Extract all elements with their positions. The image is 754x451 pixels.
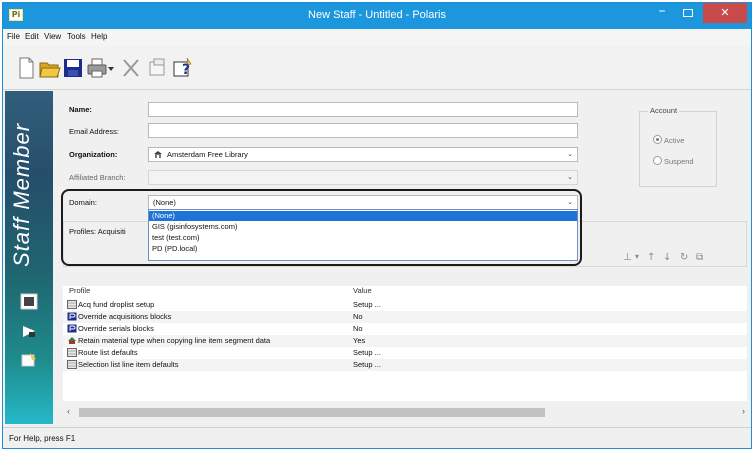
maximize-button[interactable] bbox=[675, 3, 701, 23]
view-options-icon[interactable]: ⊥ bbox=[623, 252, 632, 263]
status-bar: For Help, press F1 bbox=[3, 427, 751, 448]
menu-view[interactable]: View bbox=[44, 32, 61, 41]
new-document-icon[interactable] bbox=[17, 56, 35, 80]
suspend-radio-label: Suspend bbox=[664, 157, 694, 166]
sidebar-permissions-view-icon[interactable] bbox=[20, 323, 38, 340]
domain-option[interactable]: GIS (gisinfosystems.com) bbox=[149, 222, 577, 232]
print-dropdown-icon[interactable] bbox=[107, 56, 115, 80]
refresh-icon[interactable]: ↻ bbox=[680, 252, 688, 263]
boolean-setting-icon bbox=[67, 312, 77, 321]
maximize-icon bbox=[683, 9, 693, 17]
table-row[interactable]: Retain material type when copying line i… bbox=[63, 335, 747, 347]
profile-cell: Selection list line item defaults bbox=[78, 360, 179, 369]
organization-select[interactable]: Amsterdam Free Library ⌄ bbox=[148, 147, 578, 162]
table-row[interactable]: Selection list line item defaults Setup … bbox=[63, 359, 747, 371]
app-window: Pi New Staff - Untitled - Polaris – ✕ Fi… bbox=[2, 2, 752, 449]
minimize-button[interactable]: – bbox=[649, 3, 675, 23]
status-text: For Help, press F1 bbox=[9, 434, 76, 443]
scrollbar-thumb[interactable] bbox=[79, 408, 545, 417]
value-cell: Setup ... bbox=[353, 360, 381, 369]
value-cell: Setup ... bbox=[353, 348, 381, 357]
toolbar: ? bbox=[3, 46, 751, 90]
view-dropdown-icon[interactable]: ▾ bbox=[635, 252, 639, 261]
active-radio-label: Active bbox=[664, 136, 685, 145]
menu-file[interactable]: File bbox=[7, 32, 20, 41]
account-legend: Account bbox=[648, 106, 680, 115]
value-column-header[interactable]: Value bbox=[353, 286, 372, 295]
domain-dropdown-list[interactable]: (None) GIS (gisinfosystems.com) test (te… bbox=[148, 209, 578, 261]
title-bar: Pi New Staff - Untitled - Polaris – ✕ bbox=[3, 3, 751, 29]
move-up-icon[interactable]: ↑ bbox=[647, 252, 655, 263]
table-grid-icon bbox=[67, 360, 77, 369]
table-row[interactable]: Route list defaults Setup ... bbox=[63, 347, 747, 359]
profile-cell: Override acquisitions blocks bbox=[78, 312, 172, 321]
staff-member-sidebar: Staff Member bbox=[5, 91, 53, 424]
value-cell: No bbox=[353, 312, 363, 321]
value-cell: Setup ... bbox=[353, 300, 381, 309]
domain-option[interactable]: test (test.com) bbox=[149, 233, 577, 243]
scroll-left-icon[interactable]: ‹ bbox=[67, 406, 70, 416]
table-row[interactable]: Override serials blocks No bbox=[63, 323, 747, 335]
profile-cell: Acq fund droplist setup bbox=[78, 300, 155, 309]
organization-value: Amsterdam Free Library bbox=[167, 150, 248, 159]
branch-label: Affiliated Branch: bbox=[69, 173, 126, 182]
profile-column-header[interactable]: Profile bbox=[69, 286, 90, 295]
delete-icon[interactable] bbox=[121, 56, 141, 80]
menu-bar: File Edit View Tools Help bbox=[3, 29, 751, 46]
scroll-right-icon[interactable]: › bbox=[742, 406, 745, 416]
open-folder-icon[interactable] bbox=[39, 56, 61, 80]
account-groupbox: Account Active Suspend bbox=[639, 106, 717, 187]
move-down-icon[interactable]: ↓ bbox=[663, 252, 671, 263]
value-cell: Yes bbox=[353, 336, 366, 345]
menu-tools[interactable]: Tools bbox=[67, 32, 86, 41]
name-input[interactable] bbox=[148, 102, 578, 117]
name-label: Name: bbox=[69, 105, 92, 114]
window-title: New Staff - Untitled - Polaris bbox=[308, 9, 446, 21]
email-input[interactable] bbox=[148, 123, 578, 138]
sidebar-profiles-view-icon[interactable] bbox=[20, 351, 38, 368]
suspend-radio[interactable] bbox=[653, 156, 662, 165]
table-grid-icon bbox=[67, 300, 77, 309]
profiles-table: Profile Value Acq fund droplist setup Se… bbox=[63, 286, 747, 401]
close-button[interactable]: ✕ bbox=[703, 3, 747, 23]
save-icon[interactable] bbox=[63, 56, 83, 80]
profile-cell: Override serials blocks bbox=[78, 324, 154, 333]
boolean-setting-icon bbox=[67, 324, 77, 333]
sidebar-title: Staff Member bbox=[9, 122, 34, 268]
help-icon[interactable]: ? bbox=[173, 56, 195, 80]
profile-cell: Route list defaults bbox=[78, 348, 138, 357]
chevron-down-icon: ⌄ bbox=[567, 151, 573, 158]
value-cell: No bbox=[353, 324, 363, 333]
properties-icon[interactable]: ⧉ bbox=[696, 252, 703, 263]
library-building-icon bbox=[154, 151, 162, 158]
table-grid-icon bbox=[67, 348, 77, 357]
organization-label: Organization: bbox=[69, 150, 118, 159]
email-label: Email Address: bbox=[69, 127, 120, 136]
horizontal-scrollbar[interactable]: ‹ › bbox=[63, 405, 749, 419]
domain-option[interactable]: (None) bbox=[149, 211, 577, 221]
branch-select[interactable]: ⌄ bbox=[148, 170, 578, 185]
material-type-icon bbox=[68, 337, 76, 344]
menu-edit[interactable]: Edit bbox=[25, 32, 39, 41]
table-row[interactable]: Override acquisitions blocks No bbox=[63, 311, 747, 323]
print-icon[interactable] bbox=[87, 56, 107, 80]
active-radio[interactable] bbox=[653, 135, 662, 144]
menu-help[interactable]: Help bbox=[91, 32, 107, 41]
table-row[interactable]: Acq fund droplist setup Setup ... bbox=[63, 299, 747, 311]
profile-cell: Retain material type when copying line i… bbox=[78, 336, 271, 345]
chevron-down-icon: ⌄ bbox=[567, 174, 573, 181]
sidebar-general-view-icon[interactable] bbox=[20, 293, 38, 310]
domain-option[interactable]: PD (PD.local) bbox=[149, 244, 577, 254]
properties-icon[interactable] bbox=[147, 56, 167, 80]
